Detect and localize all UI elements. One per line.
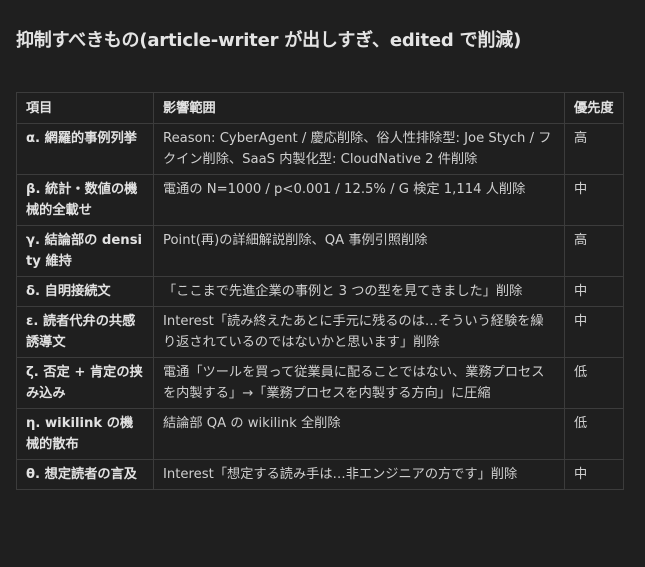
column-header-priority: 優先度 [564,92,624,124]
row-item-cell: θ. 想定読者の言及 [16,459,154,490]
row-scope-cell: Interest「想定する読み手は…非エンジニアの方です」削除 [153,459,565,490]
table-row: ζ. 否定 + 肯定の挟み込み 電通「ツールを買って従業員に配ることではない、業… [16,357,624,409]
table-row: γ. 結論部の density 維持 Point(再)の詳細解説削除、QA 事例… [16,225,624,277]
row-item-cell: ε. 読者代弁の共感誘導文 [16,306,154,358]
row-item-cell: γ. 結論部の density 維持 [16,225,154,277]
row-scope-cell: Point(再)の詳細解説削除、QA 事例引照削除 [153,225,565,277]
row-priority-cell: 中 [564,459,624,490]
table-row: δ. 自明接続文 「ここまで先進企業の事例と 3 つの型を見てきました」削除 中 [16,276,624,307]
row-priority-cell: 中 [564,306,624,358]
row-item-cell: δ. 自明接続文 [16,276,154,307]
table-row: η. wikilink の機械的散布 結論部 QA の wikilink 全削除… [16,408,624,460]
row-priority-cell: 中 [564,174,624,226]
column-header-item: 項目 [16,92,154,124]
table-header-row: 項目 影響範囲 優先度 [16,92,624,124]
table-row: θ. 想定読者の言及 Interest「想定する読み手は…非エンジニアの方です」… [16,459,624,490]
row-item-cell: ζ. 否定 + 肯定の挟み込み [16,357,154,409]
row-priority-cell: 高 [564,123,624,175]
table-row: α. 網羅的事例列挙 Reason: CyberAgent / 慶応削除、俗人性… [16,123,624,175]
row-priority-cell: 中 [564,276,624,307]
section-heading: 抑制すべきもの(article-writer が出しすぎ、edited で削減) [16,30,522,51]
row-priority-cell: 高 [564,225,624,277]
suppression-table: 項目 影響範囲 優先度 α. 網羅的事例列挙 Reason: CyberAgen… [16,92,624,490]
document-page: 抑制すべきもの(article-writer が出しすぎ、edited で削減)… [0,0,645,567]
row-scope-cell: 電通の N=1000 / p<0.001 / 12.5% / G 検定 1,11… [153,174,565,226]
row-item-cell: α. 網羅的事例列挙 [16,123,154,175]
column-header-scope: 影響範囲 [153,92,565,124]
table-body: α. 網羅的事例列挙 Reason: CyberAgent / 慶応削除、俗人性… [16,123,624,490]
row-scope-cell: 結論部 QA の wikilink 全削除 [153,408,565,460]
table-header: 項目 影響範囲 優先度 [16,92,624,124]
row-scope-cell: Reason: CyberAgent / 慶応削除、俗人性排除型: Joe St… [153,123,565,175]
row-scope-cell: 電通「ツールを買って従業員に配ることではない、業務プロセスを内製する」→「業務プ… [153,357,565,409]
row-item-cell: η. wikilink の機械的散布 [16,408,154,460]
table-row: β. 統計・数値の機械的全載せ 電通の N=1000 / p<0.001 / 1… [16,174,624,226]
row-priority-cell: 低 [564,408,624,460]
row-item-cell: β. 統計・数値の機械的全載せ [16,174,154,226]
row-scope-cell: 「ここまで先進企業の事例と 3 つの型を見てきました」削除 [153,276,565,307]
table-row: ε. 読者代弁の共感誘導文 Interest「読み終えたあとに手元に残るのは…そ… [16,306,624,358]
row-scope-cell: Interest「読み終えたあとに手元に残るのは…そういう経験を繰り返されている… [153,306,565,358]
row-priority-cell: 低 [564,357,624,409]
